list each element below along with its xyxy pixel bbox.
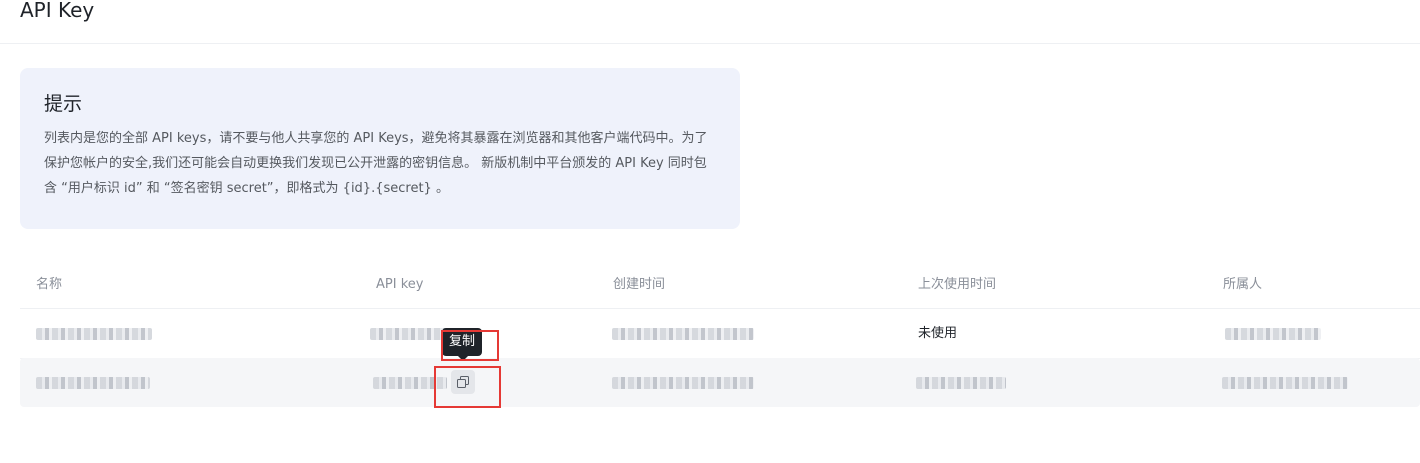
tip-box: 提示 列表内是您的全部 API keys，请不要与他人共享您的 API Keys…	[20, 68, 740, 229]
column-header-api-key: API key	[376, 277, 424, 292]
tip-title: 提示	[44, 93, 83, 115]
row-last-used-time-redacted	[916, 377, 1006, 395]
table-row: 未使用	[20, 309, 1420, 359]
column-header-last-used-time: 上次使用时间	[918, 277, 997, 292]
column-header-owner: 所属人	[1223, 277, 1263, 292]
table-header: 名称 API key 创建时间 上次使用时间 所属人	[20, 260, 1420, 309]
column-header-created-time: 创建时间	[613, 277, 666, 292]
table-row	[20, 358, 1420, 407]
row-owner-redacted	[1222, 377, 1348, 395]
row-last-used-time: 未使用	[918, 326, 958, 341]
row-owner-redacted	[1225, 328, 1321, 346]
highlight-box-copy-button	[434, 366, 501, 408]
row-created-time-redacted	[612, 328, 754, 346]
row-name-redacted	[36, 377, 150, 395]
tip-text: 列表内是您的全部 API keys，请不要与他人共享您的 API Keys，避免…	[44, 131, 708, 196]
page-title: API Key	[20, 0, 95, 22]
row-created-time-redacted	[612, 377, 754, 395]
column-header-name: 名称	[36, 277, 63, 292]
title-divider	[0, 43, 1420, 44]
highlight-box-tooltip	[441, 330, 499, 361]
row-name-redacted	[36, 328, 152, 346]
